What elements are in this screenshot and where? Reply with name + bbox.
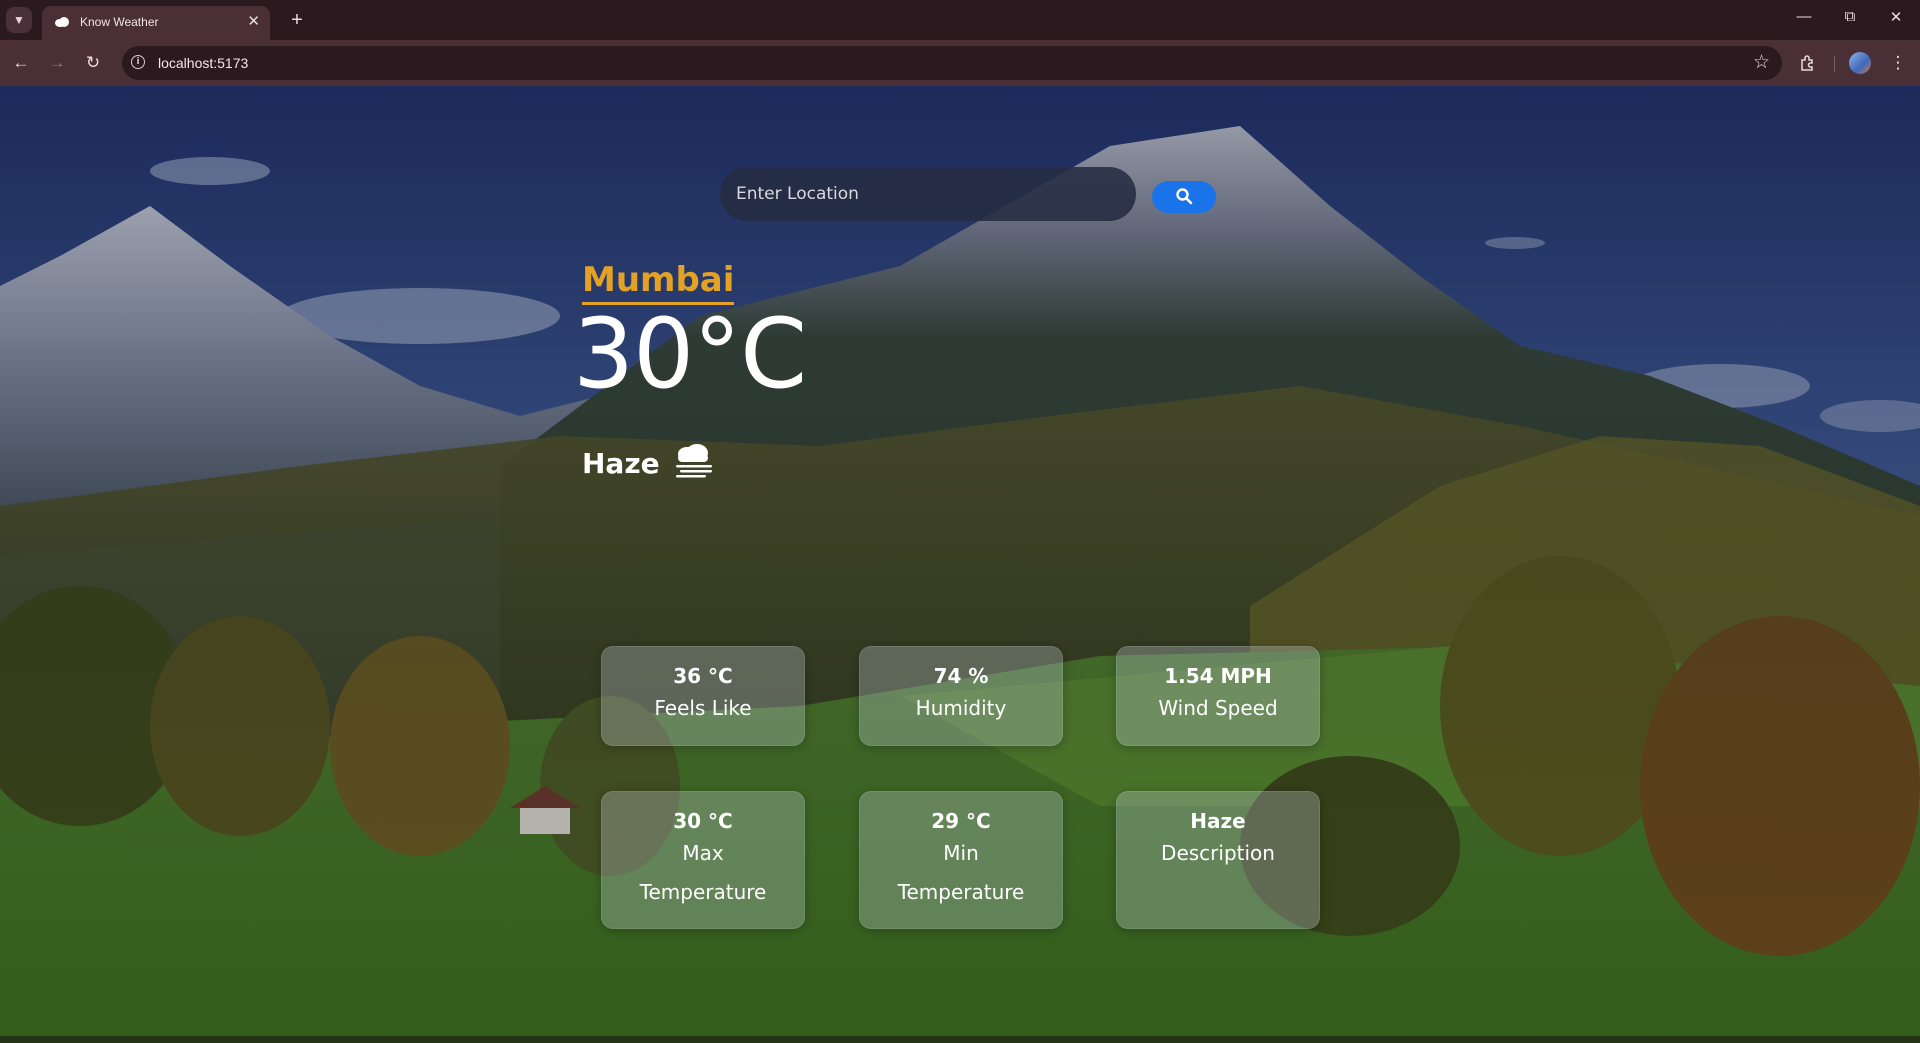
new-tab-icon[interactable]: + bbox=[284, 7, 310, 33]
extensions-icon[interactable] bbox=[1795, 50, 1821, 76]
site-info-icon[interactable]: i bbox=[131, 55, 145, 69]
location-input[interactable] bbox=[720, 167, 1136, 221]
minimize-icon[interactable]: — bbox=[1784, 8, 1824, 25]
location-search-box bbox=[720, 167, 1136, 221]
description-value: Haze bbox=[1190, 809, 1246, 833]
browser-tab-bar: ▼ Know Weather ✕ + — ⧉ ✕ bbox=[0, 0, 1920, 40]
min-temperature-value: 29 °C bbox=[931, 809, 991, 833]
description-label: Description bbox=[1161, 841, 1275, 865]
weather-condition: Haze bbox=[582, 447, 660, 480]
search-icon bbox=[1176, 187, 1193, 204]
back-icon[interactable]: ← bbox=[8, 50, 34, 76]
wind-speed-value: 1.54 MPH bbox=[1164, 664, 1272, 688]
min-temperature-card: 29 °C Min Temperature bbox=[859, 791, 1063, 929]
max-temperature-value: 30 °C bbox=[673, 809, 733, 833]
forward-icon[interactable]: → bbox=[44, 50, 70, 76]
humidity-card: 74 % Humidity bbox=[859, 646, 1063, 746]
wind-speed-label: Wind Speed bbox=[1158, 696, 1278, 720]
toolbar-divider bbox=[1834, 56, 1835, 72]
tab-close-icon[interactable]: ✕ bbox=[247, 12, 260, 30]
menu-kebab-icon[interactable]: ⋮ bbox=[1885, 50, 1911, 76]
max-temperature-label: Max Temperature bbox=[639, 841, 767, 904]
reload-icon[interactable]: ↻ bbox=[80, 50, 106, 76]
feels-like-card: 36 °C Feels Like bbox=[601, 646, 805, 746]
humidity-label: Humidity bbox=[915, 696, 1007, 720]
haze-cloud-icon bbox=[676, 444, 712, 478]
search-button[interactable] bbox=[1152, 181, 1216, 213]
url-text: localhost:5173 bbox=[158, 55, 249, 71]
bookmark-star-icon[interactable]: ☆ bbox=[1753, 51, 1770, 74]
tab-search-dropdown-icon[interactable]: ▼ bbox=[6, 7, 32, 33]
description-card: Haze Description bbox=[1116, 791, 1320, 929]
humidity-value: 74 % bbox=[933, 664, 989, 688]
address-bar[interactable]: i localhost:5173 ☆ bbox=[122, 46, 1782, 80]
feels-like-label: Feels Like bbox=[654, 696, 752, 720]
max-temperature-card: 30 °C Max Temperature bbox=[601, 791, 805, 929]
min-temperature-label: Min Temperature bbox=[897, 841, 1025, 904]
current-temperature: 30°C bbox=[573, 298, 807, 410]
feels-like-value: 36 °C bbox=[673, 664, 733, 688]
browser-tab[interactable]: Know Weather ✕ bbox=[42, 6, 270, 40]
browser-toolbar: ← → ↻ i localhost:5173 ☆ ⋮ bbox=[0, 40, 1920, 86]
window-close-icon[interactable]: ✕ bbox=[1876, 8, 1916, 26]
tab-title: Know Weather bbox=[80, 15, 159, 29]
profile-avatar[interactable] bbox=[1849, 52, 1871, 74]
wind-speed-card: 1.54 MPH Wind Speed bbox=[1116, 646, 1320, 746]
cloud-favicon-icon bbox=[55, 17, 69, 27]
restore-icon[interactable]: ⧉ bbox=[1830, 8, 1870, 25]
